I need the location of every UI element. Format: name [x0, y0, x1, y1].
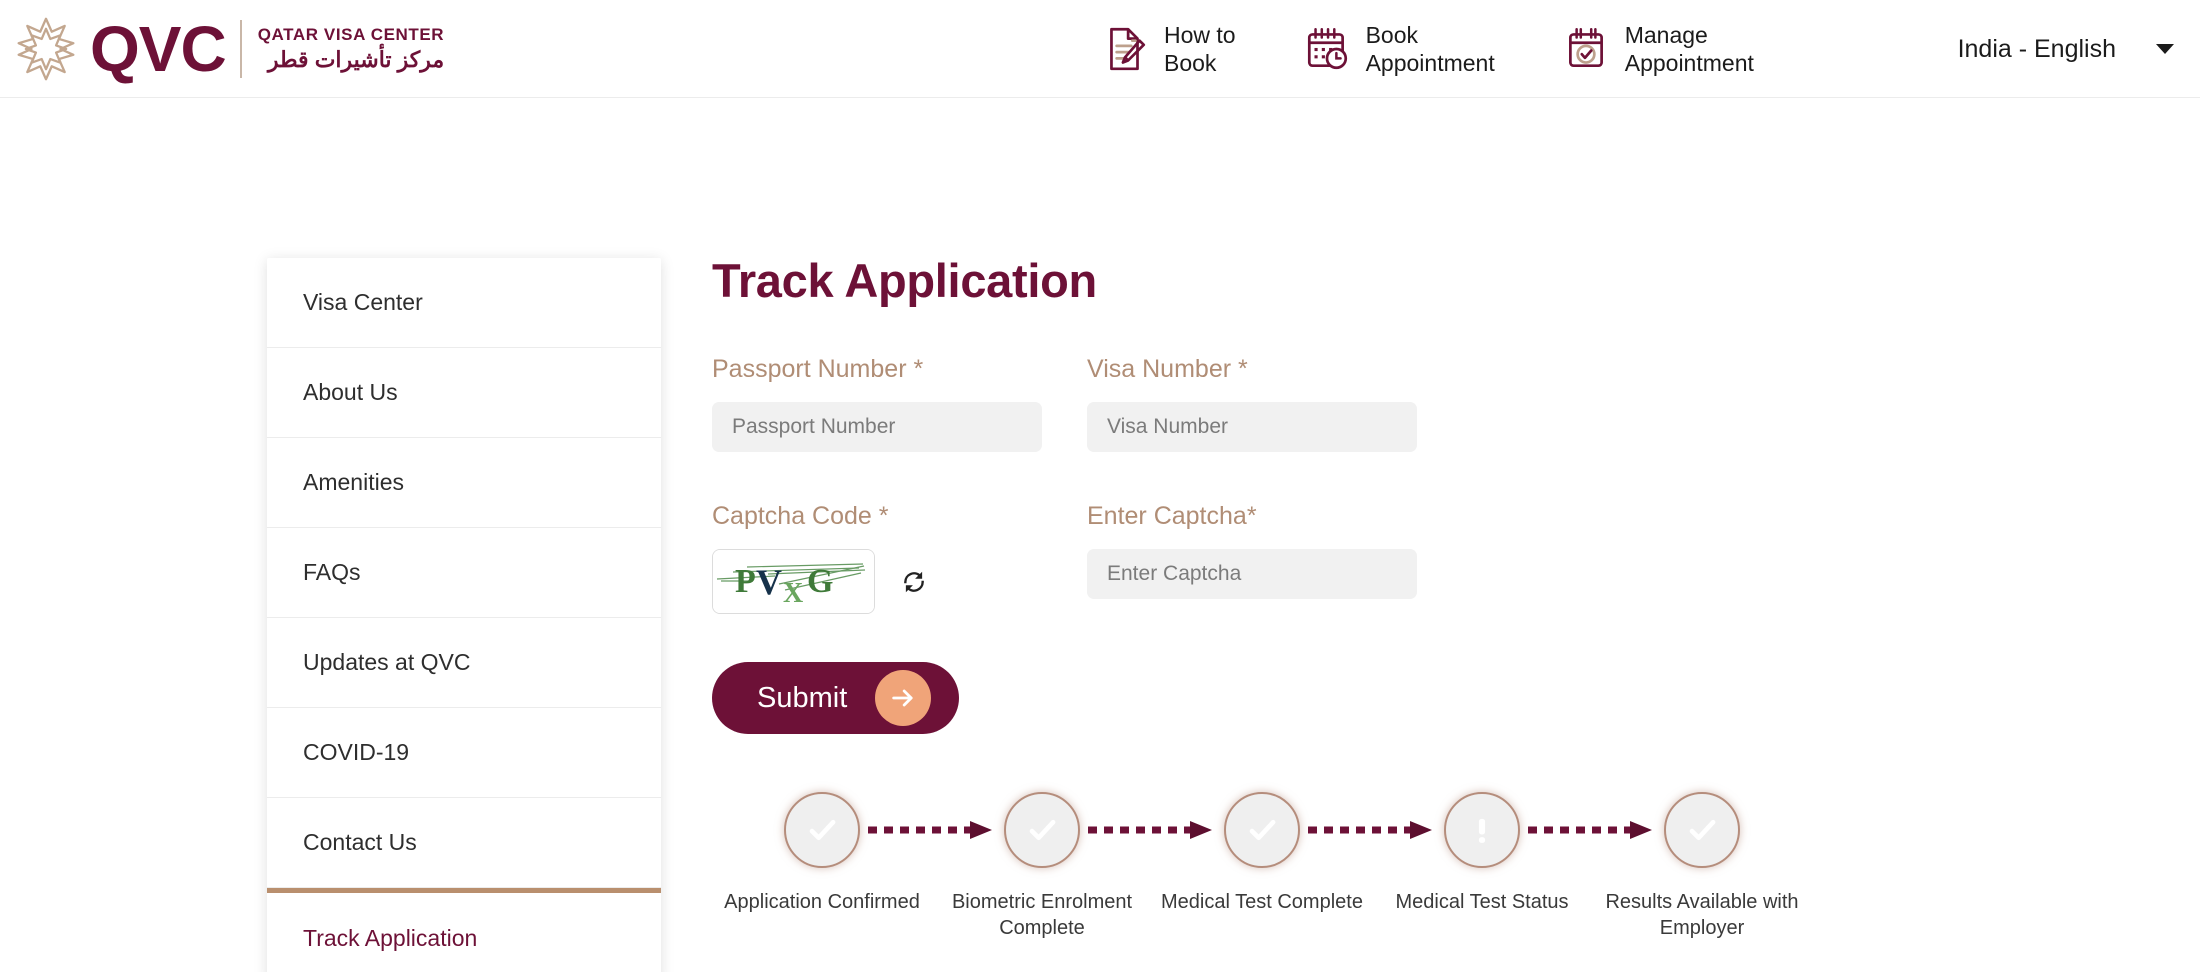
sidebar-item-amenities[interactable]: Amenities — [267, 438, 661, 528]
nav-item-manage-appointment[interactable]: Manage Appointment — [1561, 21, 1754, 77]
calendar-check-icon — [1568, 27, 1603, 68]
visa-number-label: Visa Number * — [1087, 355, 1248, 383]
visa-number-input[interactable] — [1087, 402, 1417, 452]
sidebar-item-label: Visa Center — [303, 289, 423, 315]
sidebar-item-track-application[interactable]: Track Application — [267, 888, 661, 972]
submit-arrow-badge — [875, 670, 932, 726]
sidebar-item-contact-us[interactable]: Contact Us — [267, 798, 661, 888]
step-application-confirmed: Application Confirmed — [712, 792, 932, 916]
sidebar-item-label: COVID-19 — [303, 739, 410, 765]
step-status-circle[interactable] — [1444, 792, 1520, 868]
svg-text:X: X — [783, 578, 803, 609]
nav-item-book-appointment[interactable]: Book Appointment — [1302, 21, 1495, 77]
passport-number-input[interactable] — [712, 402, 1042, 452]
sidebar-item-label: Updates at QVC — [303, 649, 471, 675]
step-label: Medical Test Complete — [1161, 891, 1363, 913]
check-icon — [1249, 819, 1276, 841]
nav-item-label: How to Book — [1164, 21, 1236, 76]
step-label: Biometric Enrolment Complete — [951, 891, 1133, 939]
sidebar-item-label: About Us — [303, 379, 398, 405]
primary-nav: How to Book Book Appointment Manage Appo… — [1100, 0, 1754, 98]
step-medical-test-status: Medical Test Status — [1372, 792, 1592, 916]
logo-wordmark: QVC — [90, 12, 227, 85]
passport-number-label: Passport Number * — [712, 355, 924, 383]
captcha-image: P V X G — [712, 549, 875, 614]
enter-captcha-input[interactable] — [1087, 549, 1417, 599]
submit-button[interactable]: Submit — [712, 662, 959, 734]
step-results-available-with-employer: Results Available with Employer — [1592, 792, 1812, 941]
svg-text:V: V — [756, 562, 782, 602]
svg-text:G: G — [807, 563, 833, 600]
step-medical-test-complete: Medical Test Complete — [1152, 792, 1372, 916]
logo-divider — [239, 19, 242, 78]
sidebar-item-visa-center[interactable]: Visa Center — [267, 258, 661, 348]
check-icon — [1029, 819, 1056, 841]
check-icon — [1689, 819, 1716, 841]
calendar-clock-icon — [1307, 27, 1347, 70]
step-label: Medical Test Status — [1395, 891, 1569, 913]
sidebar-item-faqs[interactable]: FAQs — [267, 528, 661, 618]
check-icon — [809, 819, 836, 841]
sidebar-item-label: Amenities — [303, 469, 404, 495]
sidebar-item-updates-at-qvc[interactable]: Updates at QVC — [267, 618, 661, 708]
sidebar-item-label: Track Application — [303, 924, 478, 951]
visa-number-field-wrap — [1087, 402, 1462, 452]
sidebar-nav: Visa Center About Us Amenities FAQs Upda… — [267, 258, 661, 972]
application-status-stepper: Application Confirmed Biometric Enrolmen… — [712, 792, 1812, 941]
site-header: QVC QATAR VISA CENTER مركز تأشيرات قطر H… — [0, 0, 2200, 98]
logo-name-arabic: مركز تأشيرات قطر — [267, 46, 445, 72]
captcha-display-row: P V X G — [712, 549, 1087, 614]
step-biometric-enrolment-complete: Biometric Enrolment Complete — [932, 792, 1152, 941]
logo-name-english: QATAR VISA CENTER — [257, 24, 445, 44]
nav-item-how-to-book[interactable]: How to Book — [1100, 21, 1236, 77]
captcha-glyphs: P V X G — [713, 550, 874, 613]
sidebar-item-label: Contact Us — [303, 829, 417, 855]
chevron-down-icon — [2156, 44, 2174, 54]
step-status-circle[interactable] — [1004, 792, 1080, 868]
sidebar-item-covid-19[interactable]: COVID-19 — [267, 708, 661, 798]
captcha-refresh-button[interactable] — [897, 565, 931, 599]
step-status-circle[interactable] — [784, 792, 860, 868]
exclamation-icon — [1478, 818, 1486, 843]
sidebar-item-about-us[interactable]: About Us — [267, 348, 661, 438]
passport-number-field-wrap — [712, 402, 1087, 452]
qvc-star-ornament-icon — [17, 17, 75, 80]
page-body: Visa Center About Us Amenities FAQs Upda… — [0, 98, 2200, 972]
language-selector[interactable]: India - English — [1958, 0, 2174, 98]
step-status-circle[interactable] — [1664, 792, 1740, 868]
sidebar-item-label: FAQs — [303, 559, 361, 585]
nav-item-label: Book Appointment — [1365, 21, 1495, 76]
site-logo[interactable]: QVC QATAR VISA CENTER مركز تأشيرات قطر — [10, 13, 444, 85]
document-pen-icon — [1110, 27, 1146, 71]
page-title: Track Application — [712, 254, 1097, 307]
enter-captcha-field-wrap — [1087, 549, 1462, 614]
arrow-right-icon — [892, 689, 913, 707]
step-label: Application Confirmed — [724, 891, 920, 913]
refresh-icon — [904, 571, 924, 592]
main-content: Track Application Passport Number * Visa… — [712, 98, 2192, 941]
step-label: Results Available with Employer — [1605, 891, 1799, 939]
track-application-form: Passport Number * Visa Number * Captcha … — [712, 355, 2192, 614]
language-selected-value: India - English — [1957, 34, 2116, 63]
enter-captcha-label: Enter Captcha* — [1087, 502, 1257, 530]
captcha-code-label: Captcha Code * — [712, 502, 889, 530]
svg-text:P: P — [735, 563, 756, 600]
submit-button-label: Submit — [757, 681, 848, 714]
nav-item-label: Manage Appointment — [1624, 21, 1754, 76]
step-status-circle[interactable] — [1224, 792, 1300, 868]
